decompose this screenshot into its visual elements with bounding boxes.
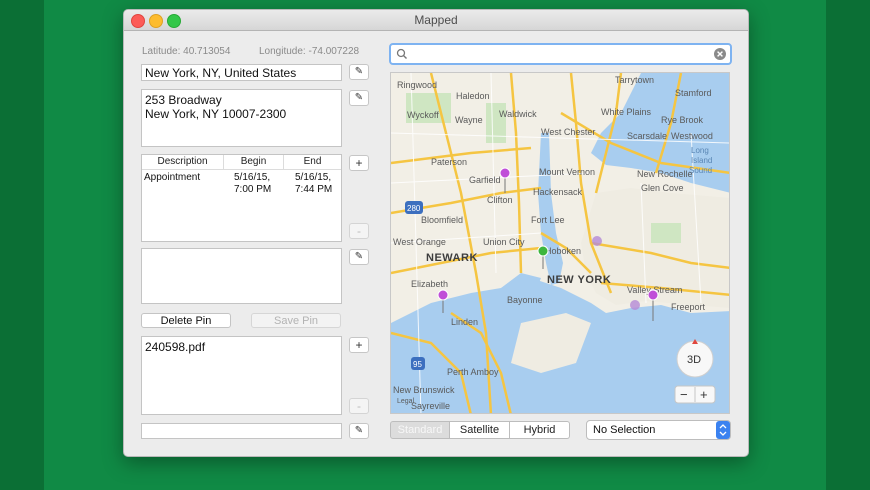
map-label-glen-cove: Glen Cove [641, 183, 684, 193]
park-area [651, 223, 681, 243]
map-label-bayonne: Bayonne [507, 295, 543, 305]
map-label-garfield: Garfield [469, 175, 501, 185]
background-right [826, 0, 870, 490]
map-label-linden: Linden [451, 317, 478, 327]
map-label-union-city: Union City [483, 237, 525, 247]
map-label-island: Island [691, 156, 712, 165]
map-label-bloomfield: Bloomfield [421, 215, 463, 225]
highway-95-label: 95 [413, 360, 422, 369]
edit-link-button[interactable]: ✎ [349, 423, 369, 439]
save-pin-button[interactable]: Save Pin [251, 313, 341, 328]
map-label-westwood: Westwood [671, 131, 713, 141]
map-label-fort-lee: Fort Lee [531, 215, 565, 225]
map-label-wyckoff: Wyckoff [407, 110, 439, 120]
map-label-rye-brook: Rye Brook [661, 115, 704, 125]
map-label-sayreville: Sayreville [411, 401, 450, 411]
remove-attachment-button[interactable]: - [349, 398, 369, 414]
map-label-stamford: Stamford [675, 88, 712, 98]
clear-search-icon[interactable] [714, 48, 726, 60]
map-view[interactable]: Ringwood Tarrytown Stamford Haledon Whit… [390, 72, 730, 414]
address-detail-field[interactable]: 253 Broadway New York, NY 10007-2300 [141, 89, 342, 147]
longitude-label: Longitude: -74.007228 [259, 46, 360, 57]
map-label-elizabeth: Elizabeth [411, 279, 448, 289]
add-event-button[interactable]: + [349, 155, 369, 171]
event-begin-time[interactable]: 7:00 PM [234, 184, 271, 196]
map-label-freeport: Freeport [671, 302, 706, 312]
attachments-list[interactable]: 240598.pdf [141, 336, 342, 415]
column-header-end[interactable]: End [284, 155, 341, 170]
map-label-new-york: NEW YORK [547, 274, 611, 286]
map-type-satellite[interactable]: Satellite [450, 421, 510, 439]
map-label-white-plains: White Plains [601, 107, 652, 117]
map-label-tarrytown: Tarrytown [615, 75, 654, 85]
event-begin-date[interactable]: 5/16/15, [234, 172, 270, 184]
notes-field[interactable] [141, 248, 342, 304]
link-field[interactable] [141, 423, 342, 439]
map-label-paterson: Paterson [431, 157, 467, 167]
map-label-mount-vernon: Mount Vernon [539, 167, 595, 177]
compass-3d-label: 3D [687, 354, 701, 366]
background-left [0, 0, 44, 490]
zoom-in-button[interactable]: + [700, 387, 708, 402]
airport-icon [630, 300, 640, 310]
highway-280-label: 280 [407, 204, 421, 213]
map-label-perth-amboy: Perth Amboy [447, 367, 499, 377]
event-description[interactable]: Appointment [144, 172, 200, 184]
map-label-wayne: Wayne [455, 115, 483, 125]
map-label-west-chester: West Chester [541, 127, 595, 137]
event-end-time[interactable]: 7:44 PM [295, 184, 332, 196]
latitude-label: Latitude: 40.713054 [142, 46, 231, 57]
address-detail-line-2: New York, NY 10007-2300 [145, 107, 287, 121]
map-label-scarsdale: Scarsdale [627, 131, 667, 141]
selection-popup[interactable]: No Selection [586, 420, 731, 440]
app-window: Mapped Latitude: 40.713054 Longitude: -7… [123, 9, 749, 457]
attachment-item[interactable]: 240598.pdf [145, 340, 338, 354]
map-legal-link[interactable]: Legal [397, 398, 415, 405]
airport-icon [592, 236, 602, 246]
event-end-date[interactable]: 5/16/15, [295, 172, 331, 184]
edit-notes-button[interactable]: ✎ [349, 249, 369, 265]
events-table[interactable]: Description Begin End Appointment 5/16/1… [141, 154, 342, 242]
column-header-begin[interactable]: Begin [224, 155, 284, 170]
map-label-hoboken: Hoboken [545, 246, 581, 256]
title-bar: Mapped [124, 10, 748, 31]
address-field[interactable]: New York, NY, United States [141, 64, 342, 81]
map-search-field[interactable] [389, 43, 732, 65]
map-label-newark: NEWARK [426, 252, 478, 264]
window-title: Mapped [414, 13, 458, 27]
delete-pin-button[interactable]: Delete Pin [141, 313, 231, 328]
zoom-out-button[interactable]: − [680, 387, 688, 402]
map-type-standard[interactable]: Standard [390, 421, 450, 439]
map-label-waldwick: Waldwick [499, 109, 537, 119]
map-label-west-orange: West Orange [393, 237, 446, 247]
map-pin-icon[interactable] [499, 167, 511, 193]
map-label-clifton: Clifton [487, 195, 513, 205]
map-label-haledon: Haledon [456, 91, 490, 101]
map-label-new-rochelle: New Rochelle [637, 169, 693, 179]
map-label-new-brunswick: New Brunswick [393, 385, 455, 395]
column-header-description[interactable]: Description [142, 155, 224, 170]
add-attachment-button[interactable]: + [349, 337, 369, 353]
remove-event-button[interactable]: - [349, 223, 369, 239]
chevron-updown-icon [716, 421, 730, 439]
edit-address-detail-button[interactable]: ✎ [349, 90, 369, 106]
map-label-hackensack: Hackensack [533, 187, 583, 197]
edit-address-button[interactable]: ✎ [349, 64, 369, 80]
map-label-long-island: Long [691, 146, 709, 155]
map-label-ringwood: Ringwood [397, 80, 437, 90]
selection-value: No Selection [593, 424, 656, 436]
search-icon [396, 48, 407, 59]
address-detail-line-1: 253 Broadway [145, 93, 222, 107]
map-type-hybrid[interactable]: Hybrid [510, 421, 570, 439]
hudson-river [538, 133, 563, 285]
